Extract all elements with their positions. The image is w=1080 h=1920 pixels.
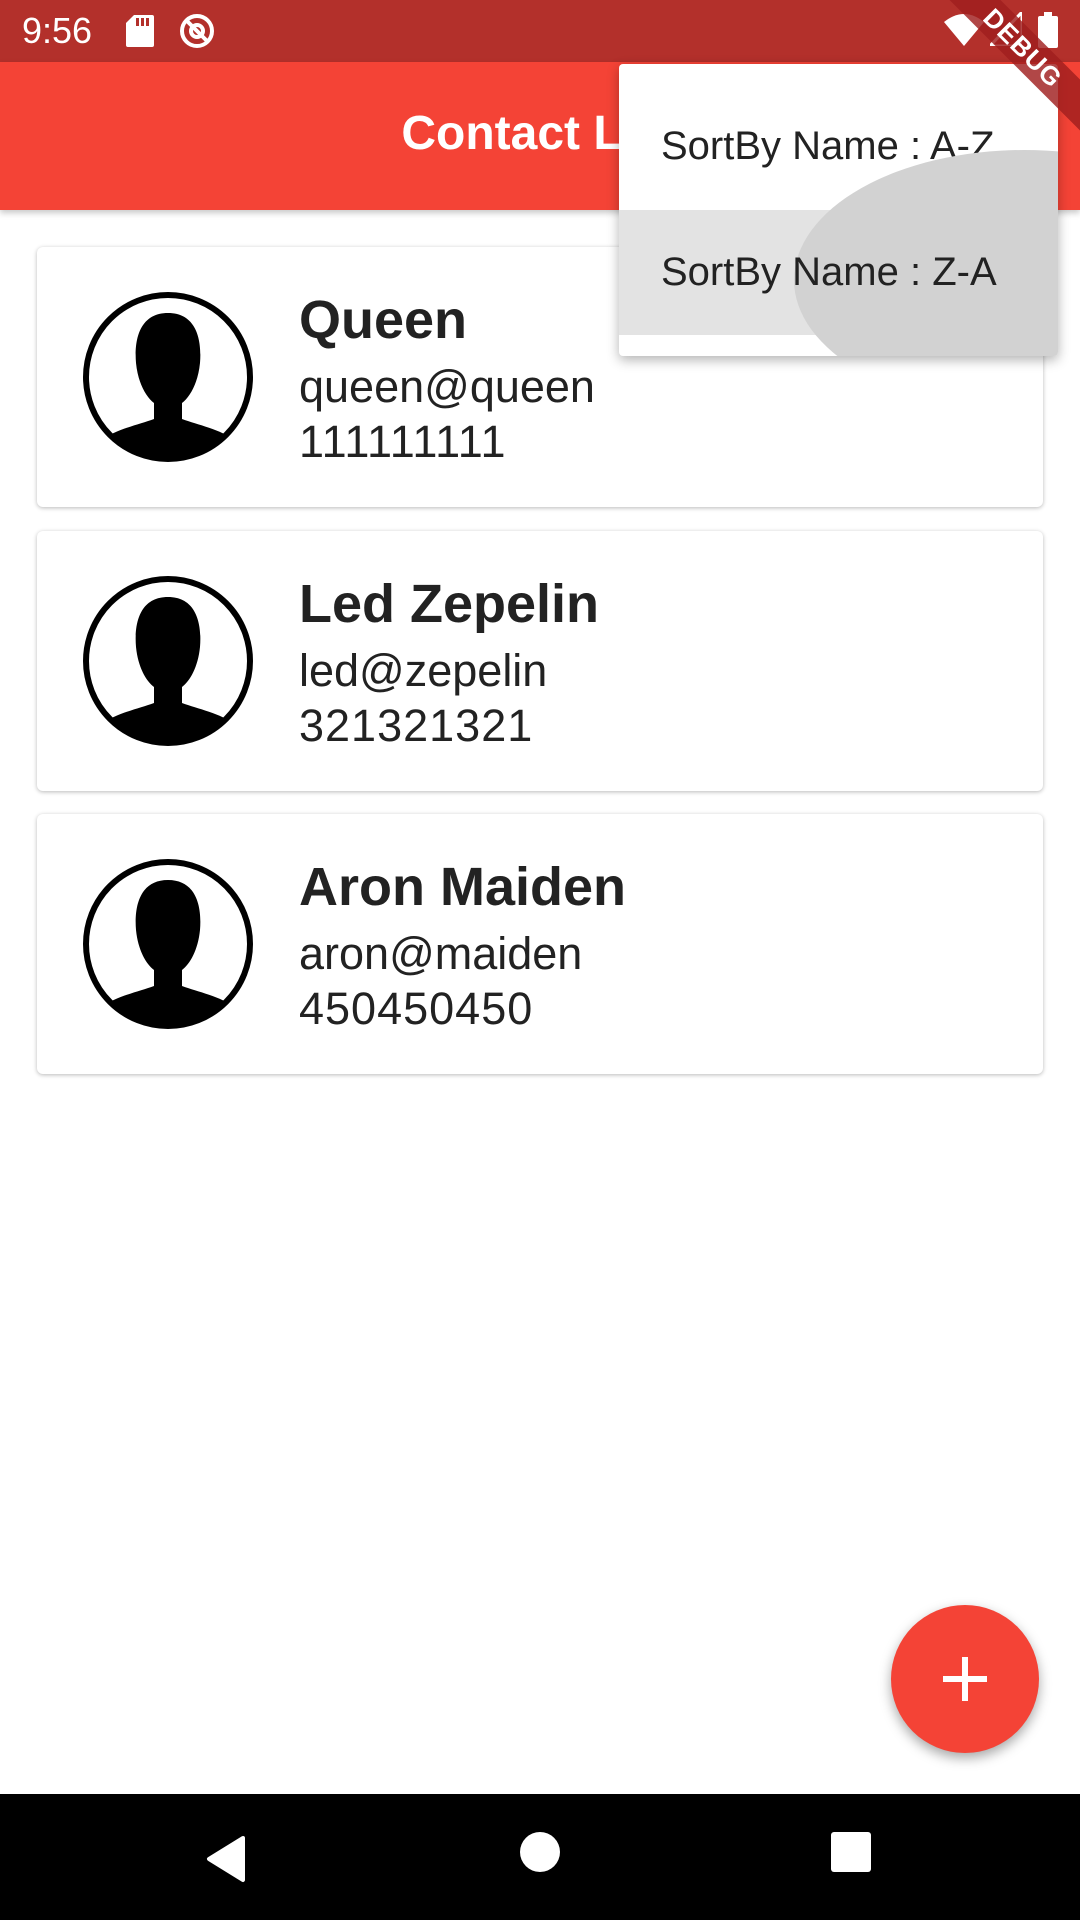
- person-avatar-icon: [83, 292, 253, 462]
- contact-card[interactable]: Aron Maiden aron@maiden 450450450: [37, 814, 1043, 1074]
- contact-phone: 450450450: [299, 983, 534, 1034]
- status-time: 9:56: [22, 10, 93, 51]
- contact-name: Aron Maiden: [299, 857, 627, 917]
- home-icon[interactable]: [520, 1832, 560, 1872]
- contact-email: led@zepelin: [299, 645, 548, 696]
- menu-item-sort-z-a[interactable]: SortBy Name : Z-A: [619, 150, 1058, 356]
- person-avatar-icon: [83, 859, 253, 1029]
- back-icon[interactable]: [203, 1834, 247, 1884]
- contact-card[interactable]: Led Zepelin led@zepelin 321321321: [37, 531, 1043, 791]
- recents-icon[interactable]: [831, 1832, 871, 1872]
- contact-phone: 111111111: [299, 416, 507, 467]
- menu-item-label: SortBy Name : Z-A: [661, 250, 997, 294]
- contact-email: queen@queen: [299, 361, 595, 412]
- sync-icon: [180, 14, 214, 48]
- sd-card-icon: [126, 15, 154, 47]
- contact-email: aron@maiden: [299, 928, 583, 979]
- contact-name: Led Zepelin: [299, 574, 600, 634]
- sort-menu: SortBy Name : A-Z SortBy Name : Z-A: [619, 64, 1058, 356]
- status-bar: 9:56: [0, 0, 1080, 62]
- nav-bar: [0, 1794, 1080, 1920]
- add-contact-button[interactable]: [891, 1605, 1039, 1753]
- plus-icon: [943, 1657, 987, 1701]
- contact-phone: 321321321: [299, 700, 534, 751]
- person-avatar-icon: [83, 576, 253, 746]
- screen: 9:56 Contact List DEBUG Queen queen@quee…: [0, 0, 1080, 1920]
- contact-name: Queen: [299, 290, 468, 350]
